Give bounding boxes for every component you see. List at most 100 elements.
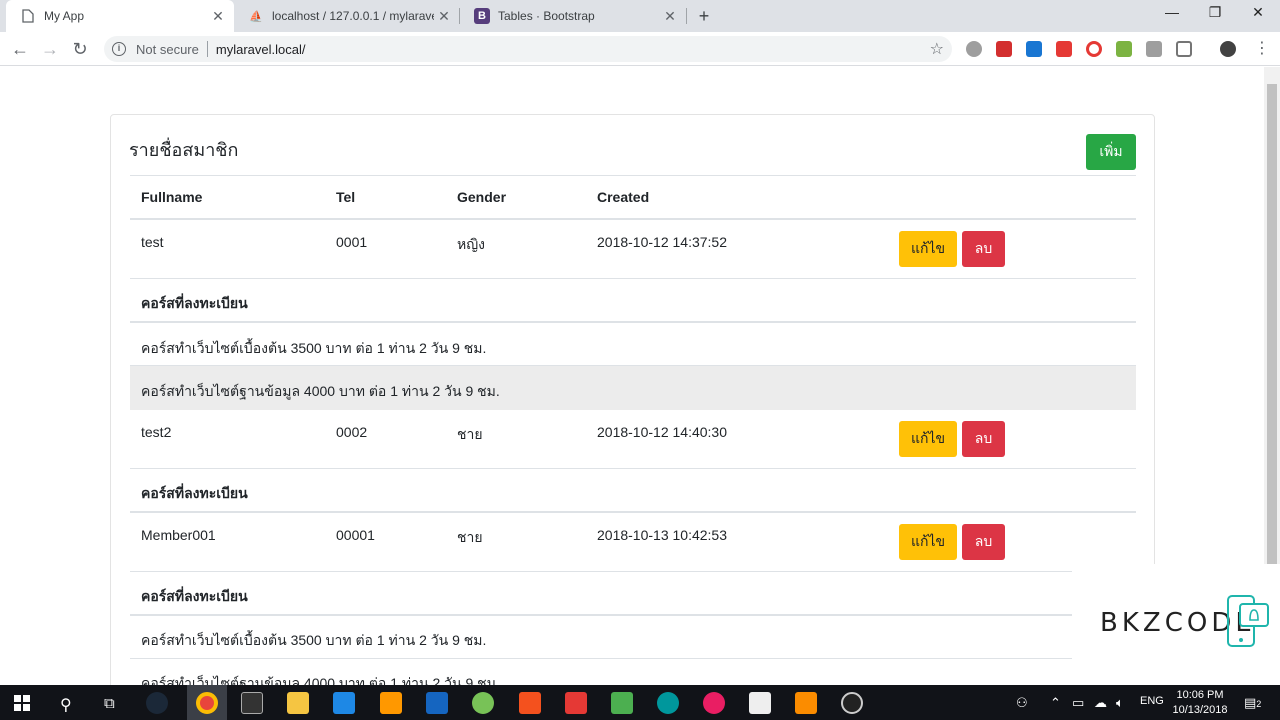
edit-button[interactable]: แก้ไข (899, 421, 957, 457)
close-tab-icon[interactable]: ✕ (660, 8, 680, 25)
header-tel: Tel (336, 189, 356, 205)
url-text: mylaravel.local/ (215, 41, 306, 57)
edit-button[interactable]: แก้ไข (899, 524, 957, 560)
arduino-icon[interactable] (657, 692, 679, 714)
new-tab-button[interactable]: + (694, 6, 714, 26)
watermark: BKZCODE (1072, 564, 1280, 685)
gender-cell: ชาย (457, 426, 483, 442)
network-icon[interactable]: ▭ (1072, 695, 1084, 711)
tab-phpmyadmin[interactable]: ⛵ localhost / 127.0.0.1 / mylaravel ✕ (234, 0, 460, 32)
tel-cell: 00001 (336, 527, 375, 543)
course-header: คอร์สที่ลงทะเบียน (141, 485, 248, 501)
extension-new-icon[interactable] (1026, 41, 1042, 57)
tab-title: My App (44, 9, 85, 23)
scroll-thumb[interactable] (1267, 84, 1277, 564)
tab-title: localhost / 127.0.0.1 / mylaravel (272, 9, 434, 23)
tab-separator (686, 8, 687, 24)
address-bar[interactable]: i Not secure mylaravel.local/ ☆ (104, 36, 952, 62)
search-icon[interactable]: ⚲ (60, 695, 72, 715)
bookmark-star-icon[interactable]: ☆ (930, 39, 944, 59)
restore-icon[interactable]: ❐ (1203, 4, 1227, 24)
course-item: คอร์สทำเว็บไซต์ฐานข้อมูล 4000 บาท ต่อ 1 … (141, 383, 500, 399)
app-icon[interactable] (565, 692, 587, 714)
extension-icon[interactable] (1176, 41, 1192, 57)
divider (130, 658, 1136, 659)
terminal-icon[interactable] (241, 692, 263, 714)
header-fullname: Fullname (141, 189, 203, 205)
divider (130, 218, 1136, 220)
app-icon[interactable] (703, 692, 725, 714)
camera-icon[interactable] (1146, 41, 1162, 57)
course-item: คอร์สทำเว็บไซต์เบื้องต้น 3500 บาท ต่อ 1 … (141, 632, 487, 648)
opera-icon[interactable] (1086, 41, 1102, 57)
add-member-button[interactable]: เพิ่ม (1086, 134, 1136, 170)
extension-icon[interactable] (966, 41, 982, 57)
divider (130, 468, 1136, 469)
close-tab-icon[interactable]: ✕ (208, 8, 228, 25)
omnibox-divider (206, 41, 208, 57)
language-indicator[interactable]: ENG (1140, 695, 1164, 707)
sublime-icon[interactable] (380, 692, 402, 714)
clock-date: 10/13/2018 (1172, 704, 1228, 716)
notification-icon[interactable]: ▤2 (1244, 695, 1261, 711)
forward-icon[interactable]: → (38, 37, 62, 61)
chrome-icon[interactable] (196, 692, 218, 714)
info-icon[interactable]: i (112, 42, 126, 56)
course-item: คอร์สทำเว็บไซต์ฐานข้อมูล 4000 บาท ต่อ 1 … (141, 675, 500, 685)
phpmyadmin-icon: ⛵ (249, 10, 263, 23)
fullname-cell: test2 (141, 424, 172, 440)
edit-button[interactable]: แก้ไข (899, 231, 957, 267)
volume-icon[interactable]: 🔈︎ (1116, 695, 1124, 711)
menu-icon[interactable]: ⋮ (1250, 37, 1274, 61)
xampp-icon[interactable] (795, 692, 817, 714)
chevron-up-icon[interactable]: ⌃ (1050, 695, 1061, 711)
clock-time: 10:06 PM (1176, 689, 1224, 701)
android-studio-icon[interactable] (472, 692, 494, 714)
app-icon[interactable] (841, 692, 863, 714)
app-icon[interactable] (611, 692, 633, 714)
extension-icon[interactable] (996, 41, 1012, 57)
steam-icon[interactable] (146, 692, 168, 714)
bootstrap-icon: B (474, 8, 490, 24)
mail-icon[interactable] (749, 692, 771, 714)
divider (130, 175, 1136, 176)
page-icon (20, 8, 36, 24)
header-gender: Gender (457, 189, 507, 205)
app-icon[interactable] (519, 692, 541, 714)
extension-icon[interactable] (1056, 41, 1072, 57)
page-title: รายชื่อสมาชิก (129, 140, 239, 160)
close-tab-icon[interactable]: ✕ (434, 8, 454, 25)
divider (130, 278, 1136, 279)
people-icon[interactable]: ⚇ (1016, 695, 1028, 711)
tel-cell: 0001 (336, 234, 368, 250)
gender-cell: หญิง (457, 236, 485, 252)
gender-cell: ชาย (457, 529, 483, 545)
reload-icon[interactable]: ↻ (68, 37, 92, 61)
vscode-icon[interactable] (333, 692, 355, 714)
header-created: Created (597, 189, 650, 205)
extension-icon[interactable] (1116, 41, 1132, 57)
delete-button[interactable]: ลบ (962, 524, 1005, 560)
minimize-icon[interactable]: — (1160, 4, 1184, 24)
browser-toolbar: ← → ↻ i Not secure mylaravel.local/ ☆ ⋮ (0, 32, 1280, 66)
app-icon[interactable] (426, 692, 448, 714)
divider (130, 321, 1136, 323)
tab-my-app[interactable]: My App ✕ (6, 0, 234, 32)
tab-title: Tables · Bootstrap (498, 9, 595, 23)
course-item: คอร์สทำเว็บไซต์เบื้องต้น 3500 บาท ต่อ 1 … (141, 340, 487, 356)
avatar[interactable] (1220, 41, 1236, 57)
delete-button[interactable]: ลบ (962, 421, 1005, 457)
onedrive-icon[interactable]: ☁ (1094, 695, 1107, 711)
folder-icon[interactable] (287, 692, 309, 714)
windows-taskbar: ⚲ ⧉ ⚇ ⌃ ▭ ☁ 🔈︎ ENG 10:06 PM 10/13/2018 ▤… (0, 685, 1280, 720)
delete-button[interactable]: ลบ (962, 231, 1005, 267)
task-view-icon[interactable]: ⧉ (104, 695, 115, 712)
fullname-cell: Member001 (141, 527, 216, 543)
back-icon[interactable]: ← (8, 37, 32, 61)
tab-bootstrap[interactable]: B Tables · Bootstrap ✕ (460, 0, 686, 32)
course-header: คอร์สที่ลงทะเบียน (141, 588, 248, 604)
clock[interactable]: 10:06 PM 10/13/2018 (1170, 688, 1230, 718)
windows-start-icon[interactable] (14, 695, 30, 711)
created-cell: 2018-10-12 14:40:30 (597, 424, 727, 440)
close-window-icon[interactable]: ✕ (1246, 4, 1270, 24)
